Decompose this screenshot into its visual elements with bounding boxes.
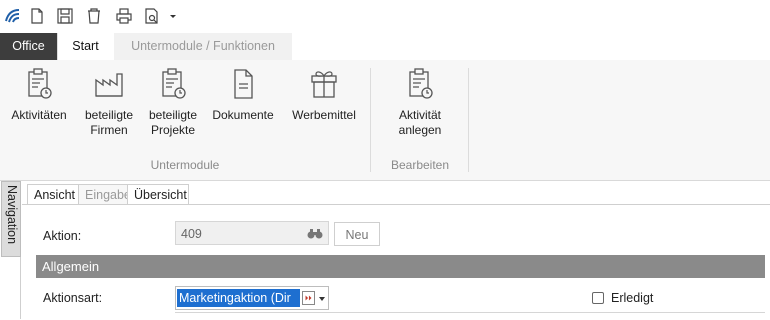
tab-untermodule-funktionen[interactable]: Untermodule / Funktionen bbox=[114, 33, 292, 60]
quick-access-toolbar bbox=[0, 0, 770, 33]
werbemittel-label: Werbemittel bbox=[292, 108, 356, 122]
print-icon[interactable] bbox=[115, 7, 133, 25]
aktivitaeten-button[interactable]: Aktivitäten bbox=[6, 66, 72, 123]
werbemittel-button[interactable]: Werbemittel bbox=[287, 66, 361, 123]
tab-office[interactable]: Office bbox=[0, 33, 57, 60]
aktion-value: 409 bbox=[181, 227, 202, 241]
beteiligte-firmen-label-2: Firmen bbox=[90, 123, 128, 137]
group-separator-end bbox=[468, 68, 469, 172]
aktivitaet-anlegen-button[interactable]: Aktivität anlegen bbox=[385, 66, 455, 138]
print-preview-icon[interactable] bbox=[143, 7, 161, 25]
navigation-panel: Navigation bbox=[0, 181, 21, 319]
beteiligte-projekte-button[interactable]: beteiligte Projekte bbox=[142, 66, 204, 138]
project-clipboard-icon bbox=[157, 66, 189, 102]
aktion-label: Aktion: bbox=[43, 229, 82, 243]
gift-box-icon bbox=[308, 66, 340, 102]
navigation-tab[interactable]: Navigation bbox=[1, 181, 21, 257]
neu-button[interactable]: Neu bbox=[334, 222, 380, 246]
ribbon-tab-bar: Office Start Untermodule / Funktionen bbox=[0, 33, 770, 60]
tab-divider bbox=[22, 204, 770, 205]
expand-list-icon[interactable] bbox=[302, 291, 315, 305]
dokumente-label: Dokumente bbox=[212, 108, 274, 122]
beteiligte-projekte-label-2: Projekte bbox=[150, 123, 196, 137]
tab-eingabe[interactable]: Eingabe bbox=[78, 184, 131, 205]
aktivitaet-anlegen-label-1: Aktivität bbox=[398, 108, 441, 122]
aktionsart-dropdown[interactable]: Marketingaktion (Dir bbox=[175, 286, 329, 310]
navigation-label: Navigation bbox=[5, 185, 19, 245]
aktion-field[interactable]: 409 bbox=[175, 221, 329, 245]
group-label-bearbeiten: Bearbeiten bbox=[390, 158, 450, 172]
aktionsart-label: Aktionsart: bbox=[43, 291, 103, 305]
document-icon bbox=[227, 66, 259, 102]
beteiligte-firmen-button[interactable]: beteiligte Firmen bbox=[78, 66, 140, 138]
section-header-allgemein: Allgemein bbox=[36, 255, 765, 278]
erledigt-label: Erledigt bbox=[611, 291, 654, 305]
group-label-untermodule: Untermodule bbox=[150, 158, 220, 172]
new-document-icon[interactable] bbox=[28, 7, 46, 25]
tab-ansicht[interactable]: Ansicht bbox=[27, 184, 79, 205]
app-logo-icon[interactable] bbox=[4, 7, 22, 25]
customize-toolbar-dropdown-icon[interactable] bbox=[168, 11, 178, 21]
dokumente-button[interactable]: Dokumente bbox=[208, 66, 278, 123]
tab-start[interactable]: Start bbox=[57, 33, 113, 60]
factory-icon bbox=[93, 66, 125, 102]
ribbon: Aktivitäten beteiligte Firmen beteiligte… bbox=[0, 60, 770, 181]
group-separator bbox=[370, 68, 371, 172]
activity-clipboard-icon bbox=[23, 66, 55, 102]
chevron-down-icon[interactable] bbox=[318, 295, 326, 303]
beteiligte-projekte-label-1: beteiligte bbox=[148, 108, 198, 122]
aktivitaeten-label: Aktivitäten bbox=[11, 108, 67, 122]
beteiligte-firmen-label-1: beteiligte bbox=[84, 108, 134, 122]
delete-icon[interactable] bbox=[85, 7, 103, 25]
new-activity-clipboard-icon bbox=[404, 66, 436, 102]
aktivitaet-anlegen-label-2: anlegen bbox=[398, 123, 442, 137]
aktionsart-value: Marketingaktion (Dir bbox=[177, 289, 300, 307]
binoculars-icon[interactable] bbox=[307, 226, 323, 240]
save-icon[interactable] bbox=[56, 7, 74, 25]
erledigt-checkbox[interactable] bbox=[592, 292, 604, 304]
tab-uebersicht[interactable]: Übersicht bbox=[127, 184, 189, 205]
